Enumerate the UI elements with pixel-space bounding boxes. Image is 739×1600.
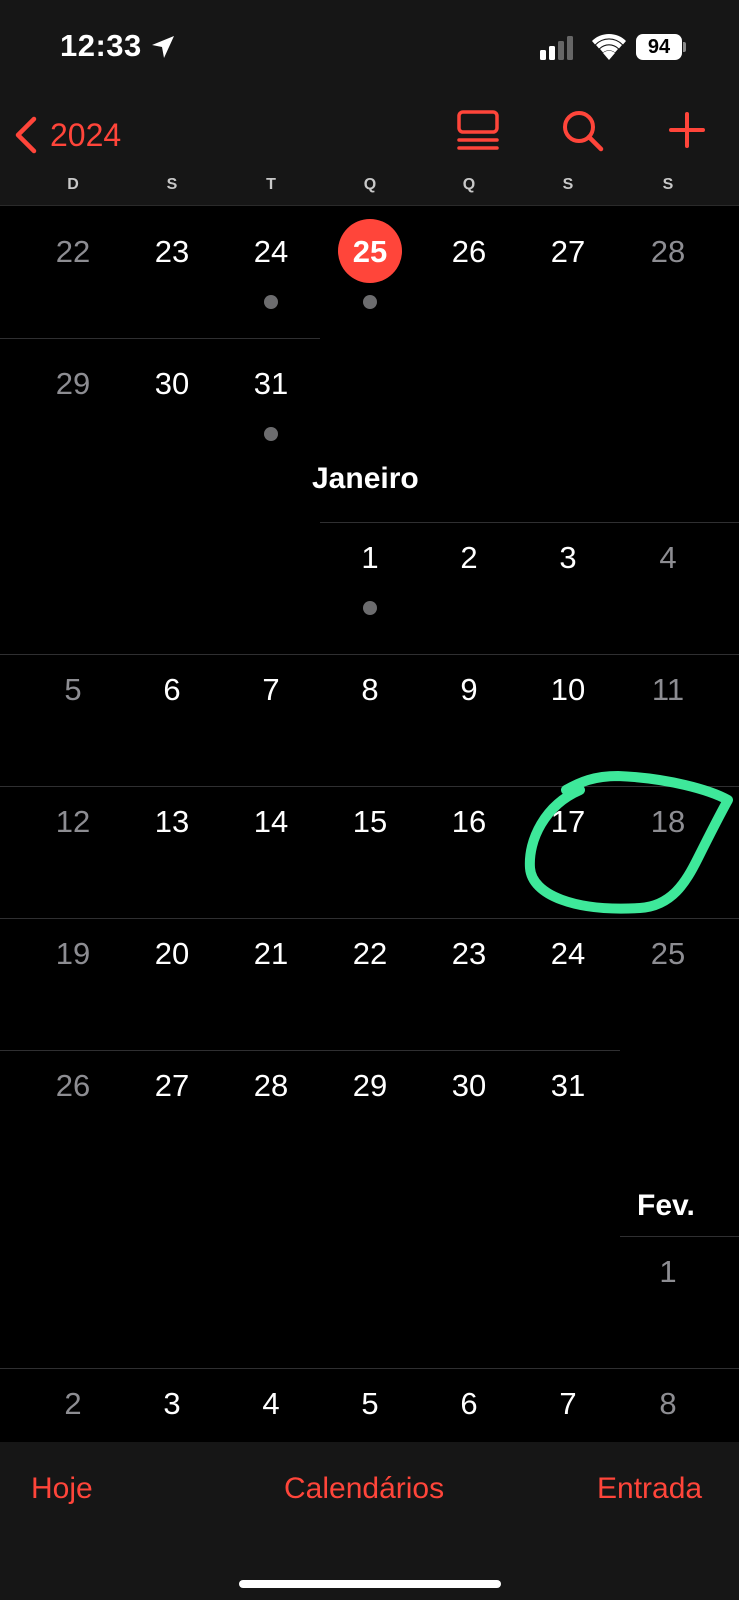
weekday-label: Q — [363, 176, 377, 193]
week-separator — [0, 786, 739, 787]
weekday-label: S — [562, 176, 574, 193]
day-cell[interactable]: 18 — [628, 804, 708, 840]
month-label-february: Fev. — [637, 1189, 695, 1222]
day-cell[interactable]: 30 — [429, 1068, 509, 1104]
day-cell[interactable]: 5 — [33, 672, 113, 708]
event-dot — [363, 295, 377, 309]
search-icon[interactable] — [562, 110, 604, 152]
day-cell[interactable]: 3 — [132, 1386, 212, 1422]
day-cell[interactable]: 23 — [132, 234, 212, 270]
day-cell[interactable]: 26 — [33, 1068, 113, 1104]
wifi-icon — [592, 33, 626, 60]
day-cell[interactable]: 20 — [132, 936, 212, 972]
list-view-icon[interactable] — [456, 110, 500, 150]
day-cell[interactable]: 24 — [528, 936, 608, 972]
day-cell[interactable]: 12 — [33, 804, 113, 840]
day-cell[interactable]: 11 — [628, 672, 708, 708]
weekday-label: D — [67, 176, 79, 193]
day-cell[interactable]: 31 — [231, 366, 311, 402]
status-bar: 12:33 94 — [0, 0, 739, 100]
inbox-button[interactable]: Entrada — [597, 1472, 702, 1506]
weekday-label: S — [166, 176, 178, 193]
day-cell[interactable]: 9 — [429, 672, 509, 708]
day-cell[interactable]: 25 — [628, 936, 708, 972]
event-dot — [264, 427, 278, 441]
back-label: 2024 — [50, 116, 122, 153]
event-dot — [363, 601, 377, 615]
day-cell[interactable]: 27 — [132, 1068, 212, 1104]
back-to-year-button[interactable]: 2024 — [14, 110, 121, 160]
day-cell[interactable]: 28 — [231, 1068, 311, 1104]
day-cell[interactable]: 7 — [528, 1386, 608, 1422]
calendars-button[interactable]: Calendários — [284, 1472, 444, 1506]
day-cell[interactable]: 4 — [231, 1386, 311, 1422]
month-label-january: Janeiro — [312, 462, 419, 495]
day-cell[interactable]: 7 — [231, 672, 311, 708]
day-cell[interactable]: 1 — [628, 1254, 708, 1290]
week-separator — [0, 1050, 620, 1051]
day-cell[interactable]: 31 — [528, 1068, 608, 1104]
day-cell[interactable]: 8 — [628, 1386, 708, 1422]
add-icon[interactable] — [668, 110, 706, 150]
day-cell[interactable]: 22 — [33, 234, 113, 270]
month-grid: Janeiro Fev. 22 23 24 25 26 27 28 29 30 31 1 2 3 4 5 6 7… — [0, 206, 739, 1442]
day-cell[interactable]: 4 — [628, 540, 708, 576]
day-cell[interactable]: 14 — [231, 804, 311, 840]
day-cell[interactable]: 1 — [330, 540, 410, 576]
event-dot — [264, 295, 278, 309]
day-cell[interactable]: 2 — [33, 1386, 113, 1422]
week-separator — [0, 1368, 739, 1369]
nav-bar: 2024 D S T Q Q S S — [0, 100, 739, 206]
week-separator — [320, 522, 739, 523]
week-separator — [0, 654, 739, 655]
day-cell[interactable]: 24 — [231, 234, 311, 270]
location-arrow-icon — [152, 36, 174, 58]
day-cell[interactable]: 29 — [33, 366, 113, 402]
day-cell[interactable]: 3 — [528, 540, 608, 576]
day-cell[interactable]: 17 — [528, 804, 608, 840]
chevron-left-icon — [15, 116, 37, 154]
day-cell[interactable]: 29 — [330, 1068, 410, 1104]
weekday-label: S — [662, 176, 674, 193]
day-cell[interactable]: 26 — [429, 234, 509, 270]
day-cell[interactable]: 27 — [528, 234, 608, 270]
day-cell[interactable]: 30 — [132, 366, 212, 402]
week-separator — [0, 338, 320, 339]
day-cell[interactable]: 13 — [132, 804, 212, 840]
battery-level: 94 — [647, 36, 671, 58]
tab-bar: Hoje Calendários Entrada — [0, 1442, 739, 1600]
day-cell[interactable]: 22 — [330, 936, 410, 972]
day-cell-today[interactable]: 25 — [330, 234, 410, 270]
day-cell[interactable]: 21 — [231, 936, 311, 972]
day-cell[interactable]: 2 — [429, 540, 509, 576]
day-cell[interactable]: 15 — [330, 804, 410, 840]
week-separator — [620, 1236, 739, 1237]
battery-icon: 94 — [636, 34, 686, 60]
day-cell[interactable]: 19 — [33, 936, 113, 972]
week-separator — [0, 918, 739, 919]
day-cell[interactable]: 6 — [132, 672, 212, 708]
today-button[interactable]: Hoje — [31, 1472, 93, 1506]
weekday-header: DSTQQSS — [0, 176, 739, 200]
day-cell[interactable]: 8 — [330, 672, 410, 708]
day-cell[interactable]: 10 — [528, 672, 608, 708]
weekday-label: T — [266, 176, 276, 193]
day-cell[interactable]: 23 — [429, 936, 509, 972]
day-cell[interactable]: 28 — [628, 234, 708, 270]
home-indicator[interactable] — [239, 1580, 501, 1588]
day-cell[interactable]: 16 — [429, 804, 509, 840]
cellular-signal-icon — [540, 36, 573, 60]
weekday-label: Q — [462, 176, 476, 193]
status-time: 12:33 — [60, 28, 142, 63]
day-cell[interactable]: 5 — [330, 1386, 410, 1422]
day-cell[interactable]: 6 — [429, 1386, 509, 1422]
